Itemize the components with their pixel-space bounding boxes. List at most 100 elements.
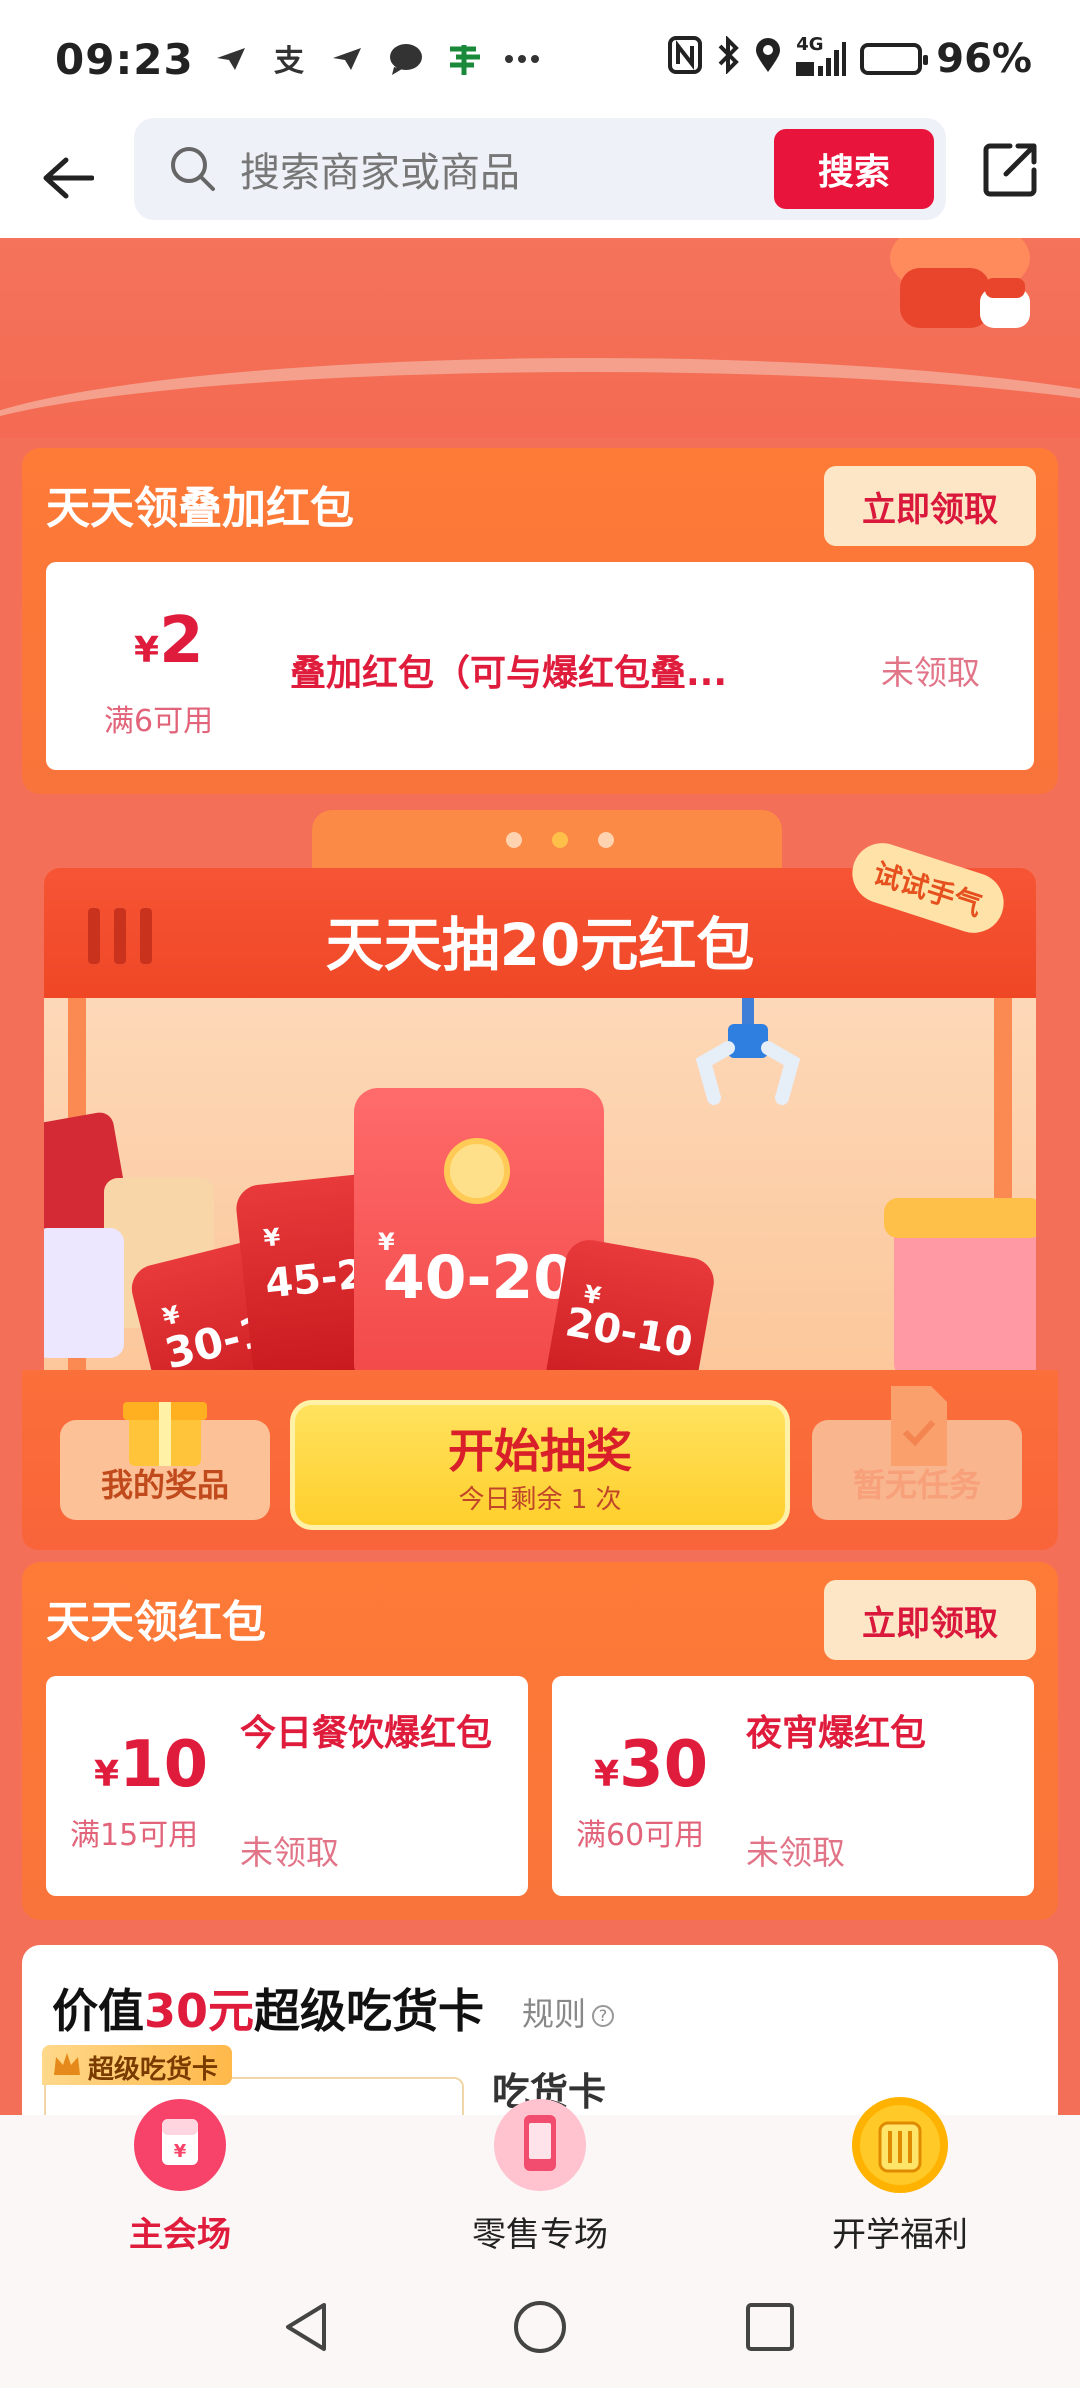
rules-link[interactable]: 规则? xyxy=(522,1989,615,2035)
gift-icon xyxy=(123,1402,207,1466)
svg-text:¥: ¥ xyxy=(174,2141,187,2162)
tab-back-to-school[interactable]: 开学福利 xyxy=(720,2097,1080,2265)
no-task-button[interactable]: 暂无任务 xyxy=(812,1386,1022,1520)
status-time: 09:23 xyxy=(55,34,194,84)
mascot-illustration xyxy=(890,238,1030,328)
tab-label: 主会场 xyxy=(129,2215,231,2255)
super-card-title: 价值30元超级吃货卡 xyxy=(52,1975,484,2041)
help-icon: ? xyxy=(592,2005,615,2027)
search-icon xyxy=(171,147,215,191)
envelope-currency: ¥ xyxy=(262,1222,282,1253)
foodie-badge: 超级吃货卡 xyxy=(42,2045,233,2085)
hero-swoosh xyxy=(0,358,1080,438)
tab-retail[interactable]: 零售专场 xyxy=(360,2099,720,2265)
rules-label: 规则 xyxy=(522,1995,587,2033)
tab-label: 零售专场 xyxy=(472,2215,608,2255)
coupon-status: 未领取 xyxy=(240,1833,339,1872)
coupon-name: 今日餐饮爆红包 xyxy=(240,1713,493,1754)
feishu-icon xyxy=(214,41,250,77)
daily-packet-card: 天天领红包 立即领取 ¥10 满15可用 今日餐饮爆红包 未领取 ¥30 满60… xyxy=(22,1562,1058,1920)
tab-label: 开学福利 xyxy=(832,2215,968,2255)
status-bar: 09:23 支 4G 96% xyxy=(0,0,1080,118)
phone-icon xyxy=(494,2099,586,2191)
task-icon xyxy=(891,1386,947,1466)
search-box[interactable]: 搜索商家或商品 搜索 xyxy=(134,118,946,220)
search-button[interactable]: 搜索 xyxy=(774,129,934,209)
title-accent: 30元 xyxy=(144,1984,255,2038)
search-input[interactable]: 搜索商家或商品 xyxy=(240,140,520,198)
share-icon xyxy=(983,143,1037,197)
nav-recents-icon[interactable] xyxy=(740,2297,800,2357)
stack-claim-button[interactable]: 立即领取 xyxy=(824,466,1036,546)
coupon-amount: ¥2 xyxy=(134,604,204,678)
my-prizes-button[interactable]: 我的奖品 xyxy=(60,1402,270,1520)
envelope-currency: ¥ xyxy=(378,1228,395,1256)
hero-banner xyxy=(0,238,1080,438)
backpack-icon xyxy=(852,2097,948,2193)
coupon-status: 未领取 xyxy=(746,1833,845,1872)
daily-coupon-night[interactable]: ¥30 满60可用 夜宵爆红包 未领取 xyxy=(552,1676,1034,1896)
postal-icon xyxy=(446,41,482,77)
envelope-currency: ¥ xyxy=(159,1300,183,1332)
start-lottery-label: 开始抽奖 xyxy=(448,1424,632,1478)
coupon-condition: 满15可用 xyxy=(70,1818,199,1853)
bluetooth-icon xyxy=(716,35,740,82)
coupon-condition: 满6可用 xyxy=(104,704,214,739)
signal-icon: 4G xyxy=(796,34,847,78)
battery-level: 96% xyxy=(936,36,1032,82)
coupon-value: 2 xyxy=(159,604,204,678)
arrow-left-icon xyxy=(43,157,94,199)
back-button[interactable] xyxy=(36,146,100,210)
lottery-top-tab xyxy=(312,810,782,870)
network-type: 4G xyxy=(796,34,824,55)
lottery-title: 天天抽20元红包 xyxy=(325,911,755,979)
more-icon xyxy=(504,41,540,77)
nfc-icon xyxy=(668,36,703,82)
coupon-name: 叠加红包（可与爆红包叠... xyxy=(290,653,728,694)
currency-symbol: ¥ xyxy=(134,630,160,671)
coupon-value: 30 xyxy=(619,1728,709,1802)
notification-icons: 支 xyxy=(214,41,540,77)
bottom-tab-bar: ¥ 主会场 零售专场 开学福利 xyxy=(0,2097,1080,2265)
remaining-count: 今日剩余 1 次 xyxy=(458,1485,622,1515)
stack-packet-card: 天天领叠加红包 立即领取 ¥2 满6可用 叠加红包（可与爆红包叠... 未领取 xyxy=(22,448,1058,794)
top-nav: 搜索商家或商品 搜索 xyxy=(0,118,1080,238)
nav-back-icon[interactable] xyxy=(278,2297,338,2357)
title-prefix: 价值 xyxy=(52,1984,144,2038)
gift-box xyxy=(44,1228,124,1358)
stack-coupon[interactable]: ¥2 满6可用 叠加红包（可与爆红包叠... 未领取 xyxy=(46,562,1034,770)
coupon-value: 10 xyxy=(119,1728,209,1802)
daily-claim-button[interactable]: 立即领取 xyxy=(824,1580,1036,1660)
gift-ribbon xyxy=(884,1198,1036,1238)
lottery-section: 天天抽20元红包 试试手气 ¥ 30-10 ¥ 45-20 ¥ 40-20 ¥ … xyxy=(22,810,1058,1550)
badge-label: 超级吃货卡 xyxy=(88,2055,219,2085)
currency-symbol: ¥ xyxy=(594,1754,620,1795)
daily-card-title: 天天领红包 xyxy=(46,1597,266,1648)
red-envelope-icon: ¥ xyxy=(134,2099,226,2191)
system-navigation-bar xyxy=(0,2265,1080,2388)
envelope-label: 20-10 xyxy=(562,1299,696,1367)
stack-card-title: 天天领叠加红包 xyxy=(46,483,354,534)
location-icon xyxy=(754,36,782,82)
coupon-amount: ¥10 xyxy=(94,1728,208,1802)
coupon-status: 未领取 xyxy=(881,653,980,692)
start-lottery-button[interactable]: 开始抽奖 今日剩余 1 次 xyxy=(290,1400,790,1530)
system-status: 4G 96% xyxy=(668,34,1032,82)
crown-icon xyxy=(54,2053,80,2075)
share-button[interactable] xyxy=(980,140,1044,204)
title-suffix: 超级吃货卡 xyxy=(254,1984,485,2038)
battery-icon xyxy=(860,43,929,75)
coupon-condition: 满60可用 xyxy=(576,1818,705,1853)
tab-main-venue[interactable]: ¥ 主会场 xyxy=(0,2099,360,2265)
envelope-seal xyxy=(444,1138,510,1204)
nav-home-icon[interactable] xyxy=(510,2297,570,2357)
claw-icon xyxy=(695,998,801,1105)
lottery-header: 天天抽20元红包 试试手气 xyxy=(44,835,1036,998)
coupon-amount: ¥30 xyxy=(594,1728,708,1802)
svg-text:支: 支 xyxy=(274,44,304,77)
currency-symbol: ¥ xyxy=(94,1754,120,1795)
feishu-icon xyxy=(330,41,366,77)
coupon-name: 夜宵爆红包 xyxy=(746,1713,927,1754)
alipay-icon: 支 xyxy=(272,41,308,77)
daily-coupon-food[interactable]: ¥10 满15可用 今日餐饮爆红包 未领取 xyxy=(46,1676,528,1896)
